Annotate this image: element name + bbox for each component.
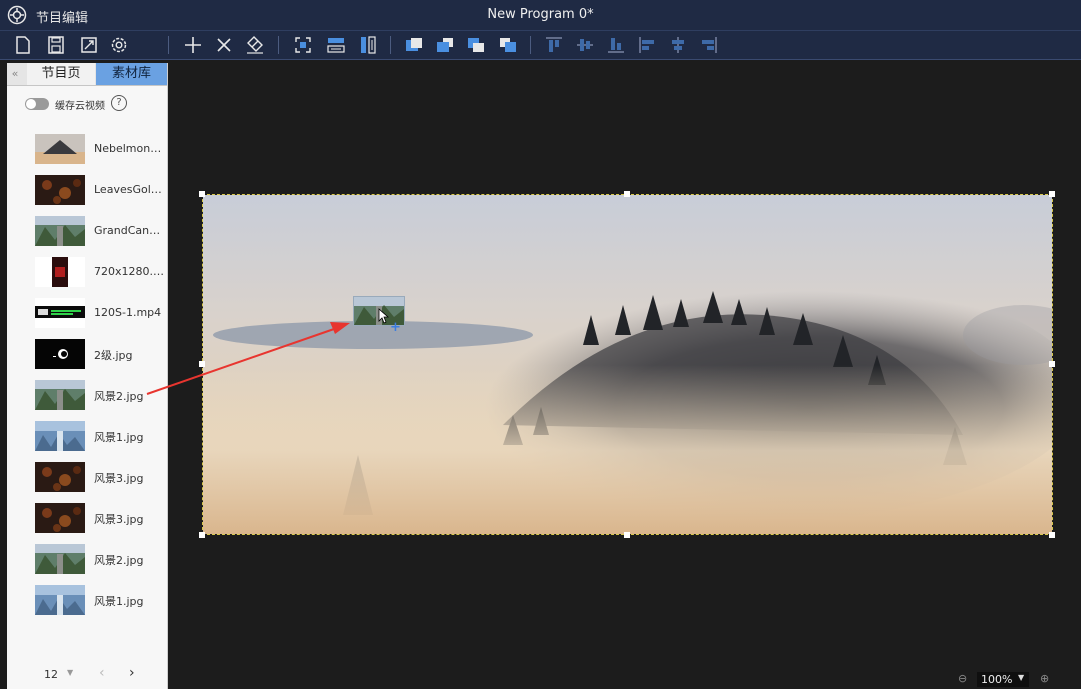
media-file-name: Nebelmond... <box>94 142 166 155</box>
media-file-name: 720x1280.m... <box>94 265 166 278</box>
delete-icon[interactable] <box>213 34 235 56</box>
media-file-name: 风景1.jpg <box>94 595 144 608</box>
tab-program-pages[interactable]: 节目页 <box>27 63 95 85</box>
align-hcenter-icon[interactable] <box>667 34 689 56</box>
foggy-forest-image <box>203 195 1052 534</box>
pagination: 12 ▼ ‹ › <box>7 662 167 686</box>
panel-tabs: « 节目页 素材库 <box>7 63 167 86</box>
align-right-icon[interactable] <box>698 34 720 56</box>
zoom-control: ⊖ 100% ▼ ⊕ <box>948 672 1068 688</box>
toolbar-separator <box>390 36 391 54</box>
cache-cloud-video-label: 缓存云视频 <box>55 101 105 112</box>
stretch-width-icon[interactable] <box>325 34 347 56</box>
media-thumbnail <box>35 462 85 492</box>
toolbar <box>0 31 1081 60</box>
media-thumbnail <box>35 216 85 246</box>
media-file-name: 120S-1.mp4 <box>94 306 162 319</box>
media-file-name: 2级.jpg <box>94 349 133 362</box>
mouse-cursor-icon <box>378 308 390 324</box>
media-thumbnail <box>35 257 85 287</box>
media-file-name: 风景2.jpg <box>94 554 144 567</box>
previous-page-button[interactable]: ‹ <box>99 665 105 681</box>
media-list-item[interactable]: 720x1280.m... <box>7 253 167 293</box>
cache-cloud-video-toggle[interactable] <box>25 98 49 110</box>
document-title: New Program 0* <box>487 7 594 22</box>
send-back-icon[interactable] <box>497 34 519 56</box>
media-list-item[interactable]: 2级.jpg <box>7 335 167 375</box>
page-size-select[interactable]: 12 <box>44 668 58 681</box>
resize-handle-left[interactable] <box>199 361 205 367</box>
media-list-item[interactable]: 风景2.jpg <box>7 376 167 416</box>
media-file-name: GrandCanyo... <box>94 224 166 237</box>
media-list-item[interactable]: 风景1.jpg <box>7 581 167 621</box>
canvas-area[interactable]: + ⊖ 100% ▼ ⊕ <box>168 60 1081 689</box>
bring-forward-icon[interactable] <box>434 34 456 56</box>
media-file-name: 风景2.jpg <box>94 390 144 403</box>
new-file-icon[interactable] <box>12 34 34 56</box>
media-list-item[interactable]: LeavesGoldfi... <box>7 171 167 211</box>
toolbar-separator <box>278 36 279 54</box>
resize-handle-bottom-right[interactable] <box>1049 532 1055 538</box>
fit-screen-icon[interactable] <box>292 34 314 56</box>
media-thumbnail <box>35 380 85 410</box>
zoom-out-icon[interactable]: ⊖ <box>958 672 967 685</box>
export-icon[interactable] <box>78 34 100 56</box>
add-icon[interactable] <box>182 34 204 56</box>
send-backward-icon[interactable] <box>465 34 487 56</box>
align-bottom-icon[interactable] <box>605 34 627 56</box>
media-list-item[interactable]: Nebelmond... <box>7 130 167 170</box>
tab-media-library[interactable]: 素材库 <box>96 63 167 85</box>
cache-cloud-video-row: 缓存云视频 ? <box>25 95 165 115</box>
settings-icon[interactable] <box>108 34 130 56</box>
resize-handle-top-left[interactable] <box>199 191 205 197</box>
media-file-name: LeavesGoldfi... <box>94 183 166 196</box>
bring-front-icon[interactable] <box>403 34 425 56</box>
chevron-down-icon[interactable]: ▼ <box>67 668 73 677</box>
media-list-item[interactable]: 120S-1.mp4 <box>7 294 167 334</box>
resize-handle-bottom[interactable] <box>624 532 630 538</box>
media-file-name: 风景3.jpg <box>94 472 144 485</box>
media-thumbnail <box>35 339 85 369</box>
media-file-name: 风景3.jpg <box>94 513 144 526</box>
toggle-knob <box>26 99 36 109</box>
align-left-icon[interactable] <box>636 34 658 56</box>
media-list-item[interactable]: GrandCanyo... <box>7 212 167 252</box>
toolbar-separator <box>530 36 531 54</box>
resize-handle-bottom-left[interactable] <box>199 532 205 538</box>
resize-handle-top-right[interactable] <box>1049 191 1055 197</box>
media-thumbnail <box>35 503 85 533</box>
media-list-item[interactable]: 风景2.jpg <box>7 540 167 580</box>
clear-icon[interactable] <box>244 34 266 56</box>
drop-plus-icon: + <box>390 320 401 335</box>
collapse-panel-button[interactable]: « <box>7 63 23 85</box>
save-icon[interactable] <box>45 34 67 56</box>
media-thumbnail <box>35 134 85 164</box>
align-top-icon[interactable] <box>543 34 565 56</box>
program-stage-image[interactable] <box>202 194 1053 535</box>
media-library-panel: « 节目页 素材库 缓存云视频 ? Nebelmond... LeavesGold… <box>7 63 168 689</box>
chevron-down-icon[interactable]: ▼ <box>1018 673 1024 682</box>
zoom-in-icon[interactable]: ⊕ <box>1040 672 1049 685</box>
media-list-item[interactable]: 风景3.jpg <box>7 499 167 539</box>
media-list-item[interactable]: 风景1.jpg <box>7 417 167 457</box>
resize-handle-right[interactable] <box>1049 361 1055 367</box>
align-vcenter-icon[interactable] <box>574 34 596 56</box>
toolbar-separator <box>168 36 169 54</box>
resize-handle-top[interactable] <box>624 191 630 197</box>
media-list-item[interactable]: 风景3.jpg <box>7 458 167 498</box>
media-file-name: 风景1.jpg <box>94 431 144 444</box>
stretch-height-icon[interactable] <box>357 34 379 56</box>
title-bar: 节目编辑 New Program 0* <box>0 0 1081 31</box>
help-icon[interactable]: ? <box>111 95 127 111</box>
media-thumbnail <box>35 421 85 451</box>
next-page-button[interactable]: › <box>129 665 135 681</box>
media-thumbnail <box>35 585 85 615</box>
media-thumbnail <box>35 175 85 205</box>
media-thumbnail <box>35 298 85 328</box>
media-thumbnail <box>35 544 85 574</box>
